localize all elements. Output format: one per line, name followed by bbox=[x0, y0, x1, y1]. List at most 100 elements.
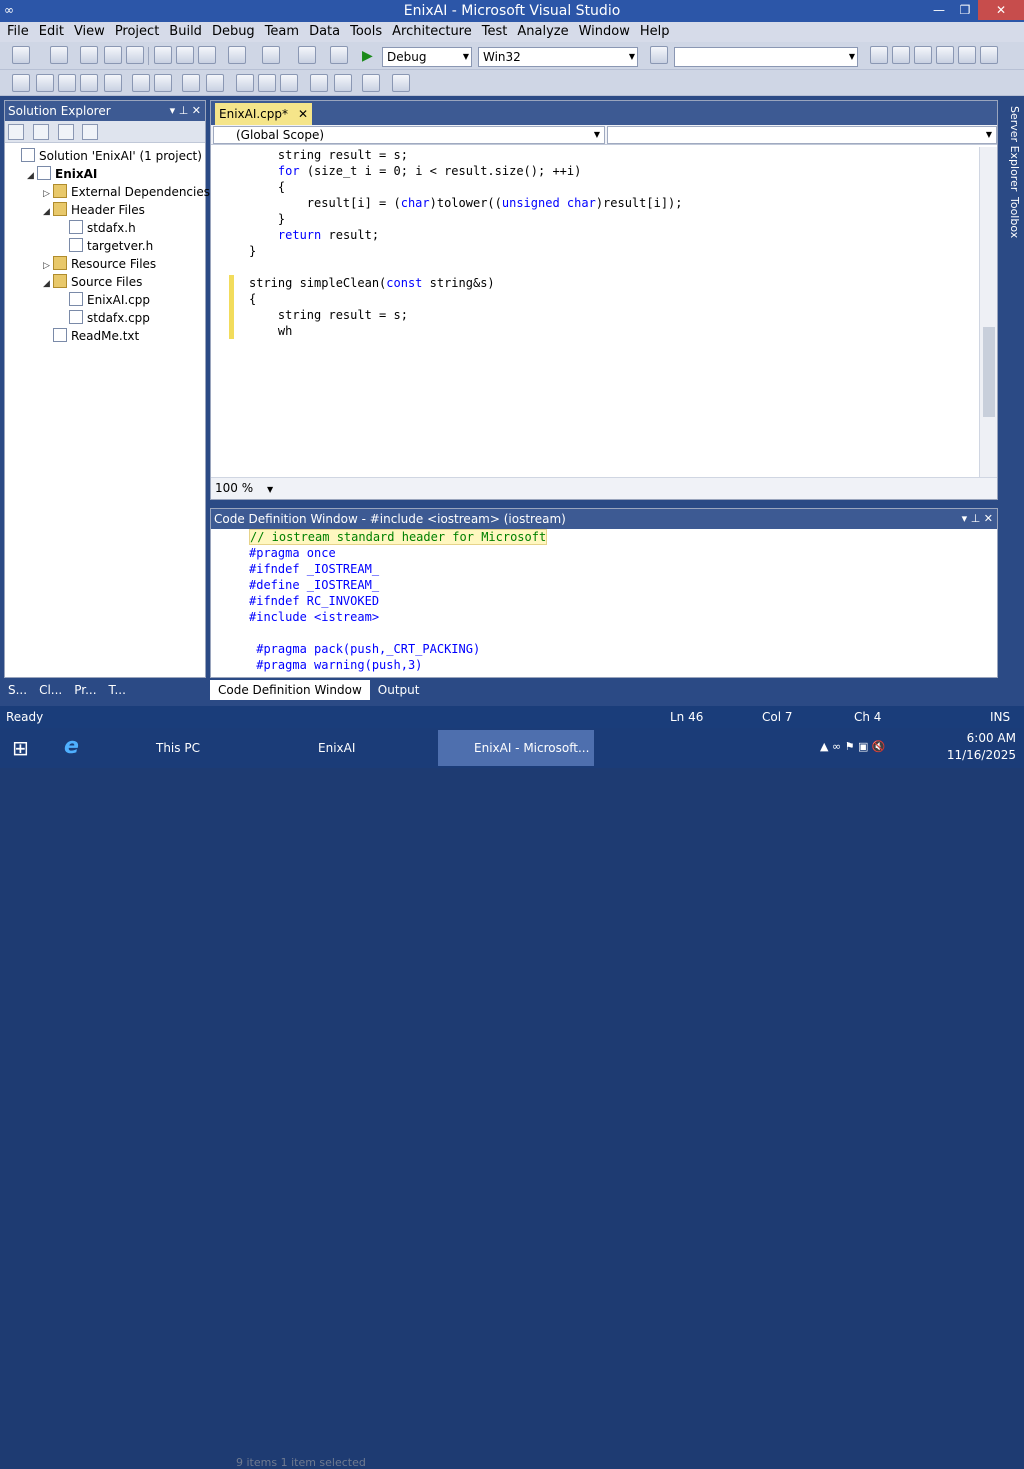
toggle-bookmark-icon[interactable] bbox=[236, 74, 254, 92]
find-combo[interactable]: ▼ bbox=[674, 47, 858, 67]
scrollbar-thumb[interactable] bbox=[983, 327, 995, 417]
menu-view[interactable]: View bbox=[69, 22, 110, 42]
save-all-icon[interactable] bbox=[126, 46, 144, 64]
tree-item[interactable]: ◢ Source Files bbox=[5, 273, 205, 291]
tree-item[interactable]: EnixAI.cpp bbox=[5, 291, 205, 309]
menu-architecture[interactable]: Architecture bbox=[387, 22, 477, 42]
menu-tools[interactable]: Tools bbox=[345, 22, 387, 42]
tree-item[interactable]: ▷ Resource Files bbox=[5, 255, 205, 273]
parameter-info-icon[interactable] bbox=[36, 74, 54, 92]
paste-icon[interactable] bbox=[198, 46, 216, 64]
tray-icons[interactable]: ▲ ∞ ⚑ ▣ 🔇 bbox=[820, 740, 886, 753]
system-clock[interactable]: 6:00 AM 11/16/2025 bbox=[947, 730, 1016, 764]
zoom-level[interactable]: 100 % bbox=[215, 481, 253, 495]
menu-project[interactable]: Project bbox=[110, 22, 164, 42]
tree-item-label: stdafx.cpp bbox=[87, 311, 150, 325]
menu-data[interactable]: Data bbox=[304, 22, 345, 42]
taskbar-visual-studio[interactable]: EnixAI - Microsoft... bbox=[438, 730, 594, 766]
menu-team[interactable]: Team bbox=[260, 22, 304, 42]
tree-item[interactable]: Solution 'EnixAI' (1 project) bbox=[5, 147, 205, 165]
menu-test[interactable]: Test bbox=[477, 22, 513, 42]
increase-indent-icon[interactable] bbox=[132, 74, 150, 92]
taskbar-this-pc[interactable]: This PC bbox=[120, 730, 280, 766]
complete-word-icon[interactable] bbox=[80, 74, 98, 92]
word-completion-icon[interactable] bbox=[58, 74, 76, 92]
copy-icon[interactable] bbox=[176, 46, 194, 64]
decrease-indent-icon[interactable] bbox=[104, 74, 122, 92]
tab-class-view[interactable]: Cl... bbox=[35, 680, 66, 700]
open-file-icon[interactable] bbox=[80, 46, 98, 64]
clear-bookmarks-icon[interactable] bbox=[362, 74, 380, 92]
platform-dropdown[interactable]: Win32 ▼ bbox=[478, 47, 638, 67]
cut-icon[interactable] bbox=[154, 46, 172, 64]
find-icon[interactable] bbox=[330, 46, 348, 64]
properties-icon[interactable] bbox=[892, 46, 910, 64]
tree-item[interactable]: ReadMe.txt bbox=[5, 327, 205, 345]
member-dropdown[interactable]: ▼ bbox=[607, 126, 997, 144]
tree-item[interactable]: stdafx.cpp bbox=[5, 309, 205, 327]
tab-team-explorer[interactable]: T... bbox=[105, 680, 130, 700]
menu-window[interactable]: Window bbox=[574, 22, 635, 42]
uncomment-icon[interactable] bbox=[182, 74, 200, 92]
save-icon[interactable] bbox=[104, 46, 122, 64]
minimize-icon[interactable]: — bbox=[926, 0, 952, 20]
restore-icon[interactable]: ❐ bbox=[952, 0, 978, 20]
code-definition-text[interactable]: // iostream standard header for Microsof… bbox=[211, 529, 979, 679]
menu-help[interactable]: Help bbox=[635, 22, 675, 42]
menu-debug[interactable]: Debug bbox=[207, 22, 260, 42]
tree-item[interactable]: ◢ Header Files bbox=[5, 201, 205, 219]
code-text-area[interactable]: string result = s; for (size_t i = 0; i … bbox=[211, 147, 979, 477]
scope-dropdown[interactable]: (Global Scope) ▼ bbox=[213, 126, 605, 144]
object-browser-icon[interactable] bbox=[914, 46, 932, 64]
comment-icon[interactable] bbox=[154, 74, 172, 92]
navigate-icon[interactable] bbox=[298, 46, 316, 64]
tab-enixai-cpp[interactable]: EnixAI.cpp* ✕ bbox=[215, 103, 313, 125]
extension-manager-icon[interactable] bbox=[980, 46, 998, 64]
redo-icon[interactable] bbox=[262, 46, 280, 64]
windows-start-icon[interactable]: ⊞ bbox=[12, 736, 38, 760]
tree-item[interactable]: targetver.h bbox=[5, 237, 205, 255]
editor-vertical-scrollbar[interactable] bbox=[979, 147, 997, 477]
show-all-files-icon[interactable] bbox=[32, 124, 49, 140]
pane-controls[interactable]: ▾ ⊥ ✕ bbox=[962, 509, 993, 529]
undo-icon[interactable] bbox=[228, 46, 246, 64]
menu-file[interactable]: File bbox=[2, 22, 34, 42]
toolbar-options-icon[interactable] bbox=[392, 74, 410, 92]
bookmark-icon[interactable] bbox=[206, 74, 224, 92]
toolbox-icon[interactable] bbox=[936, 46, 954, 64]
tree-item[interactable]: stdafx.h bbox=[5, 219, 205, 237]
toolbox-tab[interactable]: Toolbox bbox=[1008, 197, 1021, 238]
refresh-icon[interactable] bbox=[57, 124, 74, 140]
tab-code-definition-window[interactable]: Code Definition Window bbox=[210, 680, 370, 700]
config-dropdown[interactable]: Debug ▼ bbox=[382, 47, 472, 67]
close-icon[interactable]: ✕ bbox=[978, 0, 1024, 20]
properties-icon[interactable] bbox=[8, 124, 24, 140]
prev-bookmark-folder-icon[interactable] bbox=[310, 74, 328, 92]
start-page-icon[interactable] bbox=[958, 46, 976, 64]
definition-line: #include <istream> bbox=[211, 609, 979, 625]
chevron-down-icon[interactable]: ▼ bbox=[267, 485, 273, 494]
next-bookmark-icon[interactable] bbox=[280, 74, 298, 92]
new-project-icon[interactable] bbox=[12, 46, 30, 64]
find-in-files-icon[interactable] bbox=[650, 46, 668, 64]
tab-solution-explorer[interactable]: S... bbox=[4, 680, 31, 700]
server-explorer-tab[interactable]: Server Explorer bbox=[1008, 106, 1021, 191]
internet-explorer-icon[interactable]: e bbox=[64, 734, 79, 759]
pane-controls[interactable]: ▾ ⊥ ✕ bbox=[170, 101, 201, 121]
next-bookmark-folder-icon[interactable] bbox=[334, 74, 352, 92]
view-class-diagram-icon[interactable] bbox=[82, 124, 99, 140]
taskbar-folder-enixai[interactable]: EnixAI bbox=[282, 730, 434, 766]
menu-edit[interactable]: Edit bbox=[34, 22, 69, 42]
tree-item[interactable]: ▷ External Dependencies bbox=[5, 183, 210, 201]
start-debugging-icon[interactable]: ▶ bbox=[362, 48, 373, 64]
menu-build[interactable]: Build bbox=[164, 22, 207, 42]
add-item-icon[interactable] bbox=[50, 46, 68, 64]
tree-item[interactable]: ◢ EnixAI bbox=[5, 165, 205, 183]
tab-property-manager[interactable]: Pr... bbox=[70, 680, 100, 700]
close-tab-icon[interactable]: ✕ bbox=[298, 103, 308, 125]
quick-info-icon[interactable] bbox=[12, 74, 30, 92]
solution-explorer-icon[interactable] bbox=[870, 46, 888, 64]
menu-analyze[interactable]: Analyze bbox=[512, 22, 573, 42]
prev-bookmark-icon[interactable] bbox=[258, 74, 276, 92]
tab-output[interactable]: Output bbox=[370, 680, 428, 700]
